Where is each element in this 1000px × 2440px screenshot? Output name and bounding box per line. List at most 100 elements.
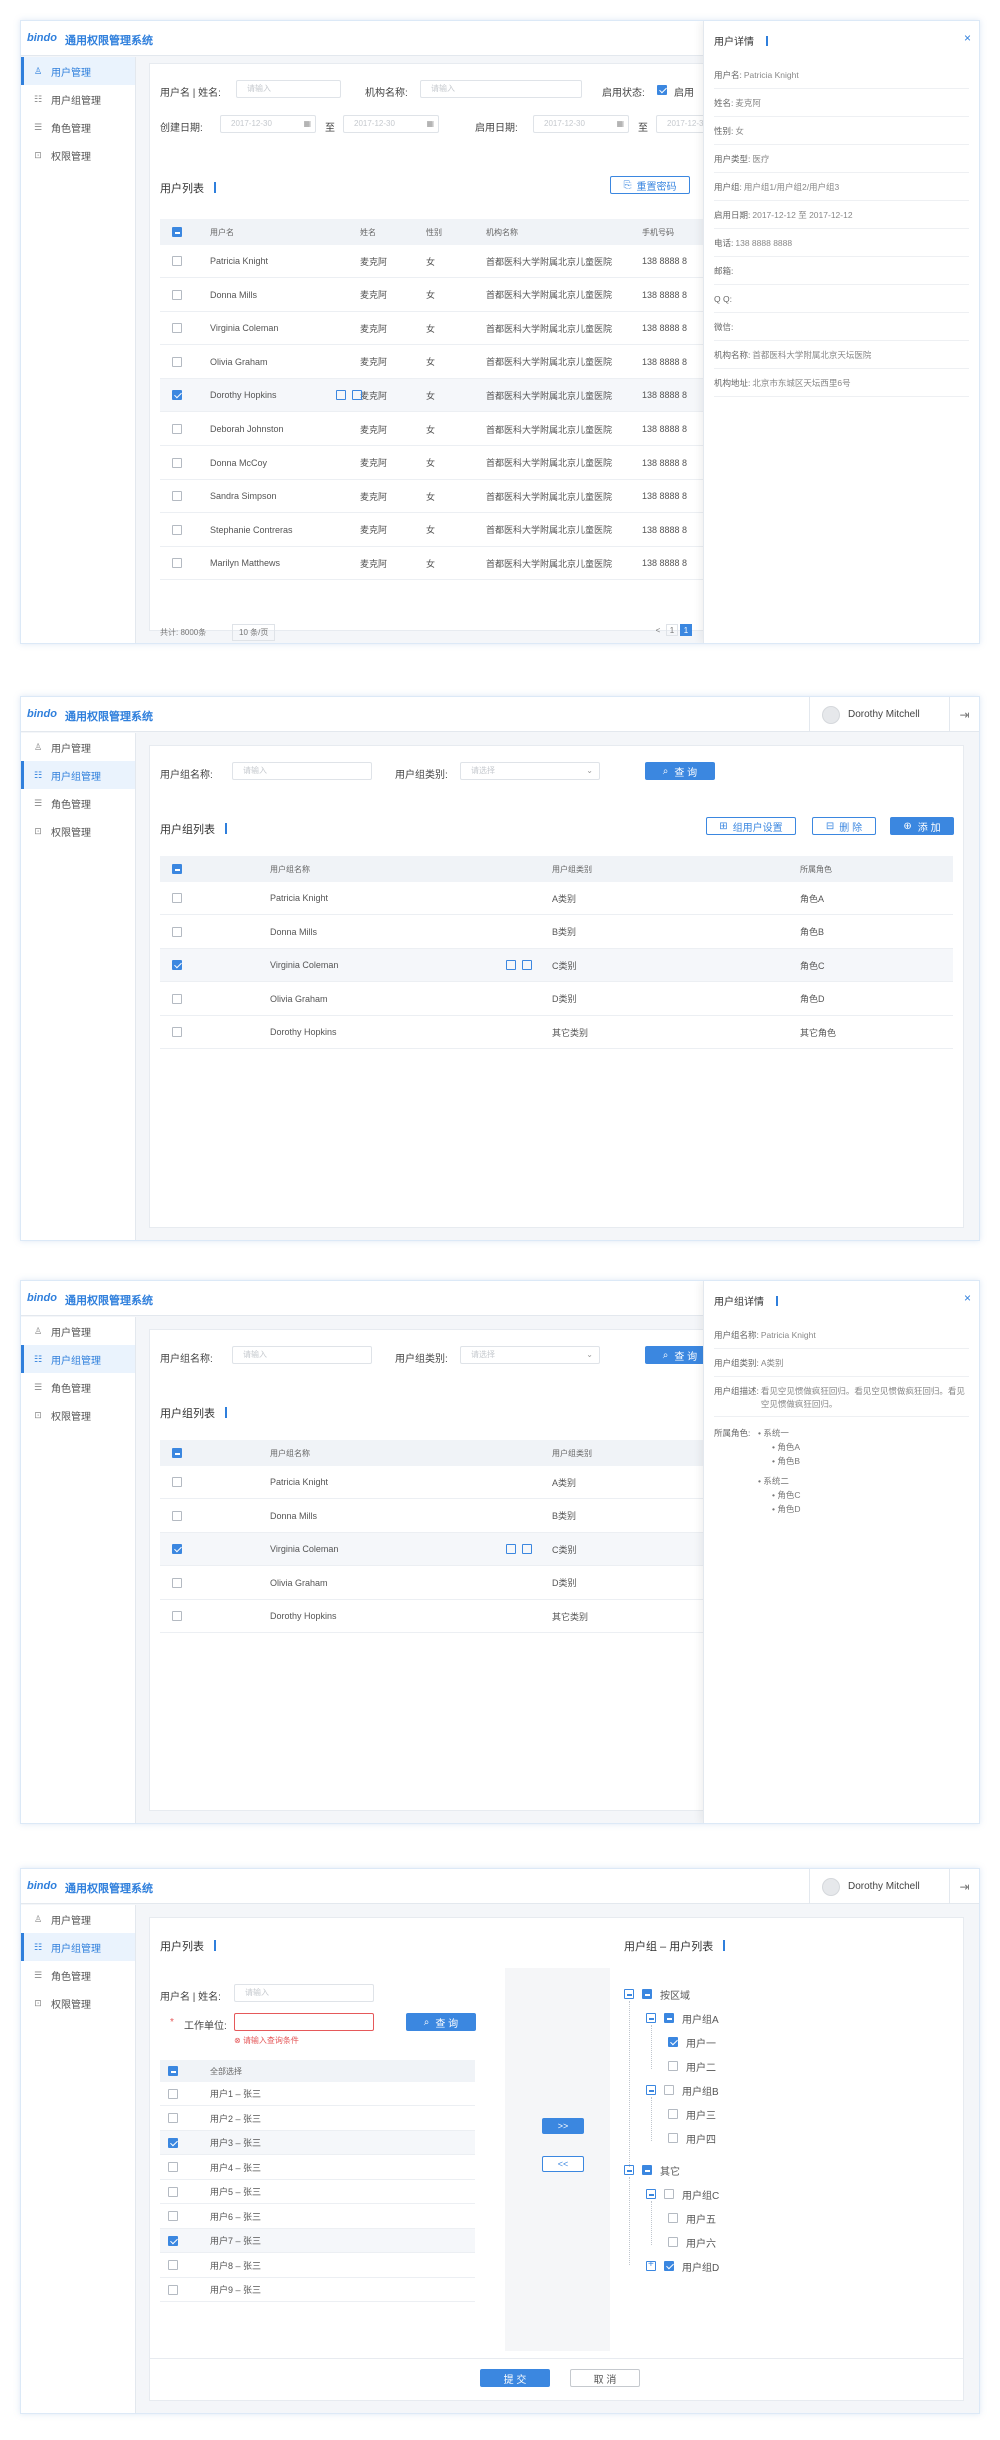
table-row[interactable]: Virginia Coleman C类别 角色C	[160, 949, 953, 982]
user-checkbox[interactable]	[168, 2162, 178, 2172]
sidebar-item-users[interactable]: ♙ 用户管理	[21, 1905, 135, 1933]
created-end-input[interactable]: 2017-12-30 ▦	[343, 115, 439, 133]
list-item[interactable]: 用户4 – 张三	[160, 2156, 475, 2180]
list-item[interactable]: 用户8 – 张三	[160, 2254, 475, 2278]
sidebar-item-permissions[interactable]: ⊡ 权限管理	[21, 1989, 135, 2017]
group-name-input[interactable]: 请输入	[232, 762, 372, 780]
sidebar-item-permissions[interactable]: ⊡ 权限管理	[21, 1401, 135, 1429]
row-checkbox[interactable]	[172, 390, 182, 401]
sidebar-item-permissions[interactable]: ⊡ 权限管理	[21, 817, 135, 845]
tree-node[interactable]: 用户二	[668, 2059, 716, 2074]
group-type-select[interactable]: 请选择 ⌄	[460, 762, 600, 780]
table-row[interactable]: Patricia Knight A类别 角色A	[160, 882, 953, 915]
row-checkbox[interactable]	[172, 1510, 182, 1521]
name-input[interactable]: 请输入	[236, 80, 341, 98]
sidebar-item-roles[interactable]: ☰ 角色管理	[21, 1373, 135, 1401]
tree-checkbox[interactable]	[664, 2189, 674, 2199]
user-checkbox[interactable]	[168, 2235, 178, 2246]
tree-checkbox[interactable]	[664, 2261, 674, 2271]
row-checkbox[interactable]	[172, 256, 182, 266]
tree-checkbox[interactable]	[642, 1989, 652, 1999]
tree-checkbox[interactable]	[668, 2133, 678, 2143]
close-icon[interactable]: ×	[964, 1291, 971, 1305]
submit-button[interactable]: 提 交	[480, 2369, 550, 2387]
unit-input[interactable]	[234, 2013, 374, 2031]
sidebar-item-groups[interactable]: ☷ 用户组管理	[21, 1933, 135, 1961]
row-checkbox[interactable]	[172, 1544, 182, 1554]
user-checkbox[interactable]	[168, 2088, 178, 2099]
tree-node[interactable]: 用户组A	[646, 2011, 719, 2026]
list-item[interactable]: 用户5 – 张三	[160, 2180, 475, 2204]
sidebar-item-users[interactable]: ♙ 用户管理	[21, 57, 135, 85]
sidebar-item-users[interactable]: ♙ 用户管理	[21, 733, 135, 761]
tree-node[interactable]: 用户四	[668, 2131, 716, 2146]
sidebar-item-roles[interactable]: ☰ 角色管理	[21, 113, 135, 141]
row-checkbox[interactable]	[172, 993, 182, 1004]
collapse-icon[interactable]	[646, 2085, 656, 2095]
sidebar-item-roles[interactable]: ☰ 角色管理	[21, 789, 135, 817]
tree-checkbox[interactable]	[664, 2085, 674, 2095]
tree-node[interactable]: 用户六	[668, 2235, 716, 2250]
delete-button[interactable]: ⊟ 删 除	[812, 817, 876, 835]
group-name-input[interactable]: 请输入	[232, 1346, 372, 1364]
table-row[interactable]: Dorothy Hopkins 其它类别 其它角色	[160, 1016, 953, 1049]
list-item[interactable]: 用户9 – 张三	[160, 2278, 475, 2302]
tree-checkbox[interactable]	[668, 2237, 678, 2247]
tree-node[interactable]: 用户五	[668, 2211, 716, 2226]
row-checkbox[interactable]	[172, 524, 182, 535]
tree-node[interactable]: 用户组D	[646, 2259, 719, 2274]
status-checkbox[interactable]	[657, 85, 667, 95]
expand-icon[interactable]	[646, 2259, 656, 2271]
edit-icon[interactable]	[506, 1544, 516, 1554]
table-row[interactable]: Olivia Graham D类别 角色D	[160, 983, 953, 1016]
row-checkbox[interactable]	[172, 491, 182, 502]
row-checkbox[interactable]	[172, 289, 182, 300]
row-checkbox[interactable]	[172, 1577, 182, 1588]
created-start-input[interactable]: 2017-12-30 ▦	[220, 115, 316, 133]
close-icon[interactable]: ×	[964, 31, 971, 45]
delete-icon[interactable]	[522, 1544, 532, 1554]
user-checkbox[interactable]	[168, 2113, 178, 2123]
row-checkbox[interactable]	[172, 893, 182, 903]
user-checkbox[interactable]	[168, 2186, 178, 2197]
tree-checkbox[interactable]	[668, 2037, 678, 2047]
table-row[interactable]: Donna Mills B类别 角色B	[160, 916, 953, 949]
search-button[interactable]: ⌕ 查 询	[645, 762, 715, 780]
name-input[interactable]: 请输入	[234, 1984, 374, 2002]
list-item[interactable]: 用户7 – 张三	[160, 2229, 475, 2253]
collapse-icon[interactable]	[624, 1989, 634, 1999]
row-checkbox[interactable]	[172, 1027, 182, 1037]
tree-node[interactable]: 用户三	[668, 2107, 716, 2122]
user-checkbox[interactable]	[168, 2211, 178, 2221]
delete-icon[interactable]	[522, 960, 532, 970]
tree-checkbox[interactable]	[668, 2061, 678, 2071]
page-number-current[interactable]: 1	[680, 624, 692, 636]
cancel-button[interactable]: 取 消	[570, 2369, 640, 2387]
sidebar-item-roles[interactable]: ☰ 角色管理	[21, 1961, 135, 1989]
org-input[interactable]: 请输入	[420, 80, 582, 98]
user-checkbox[interactable]	[168, 2284, 178, 2295]
tree-checkbox[interactable]	[668, 2213, 678, 2223]
user-checkbox[interactable]	[168, 2137, 178, 2148]
search-button[interactable]: ⌕ 查 询	[406, 2013, 476, 2031]
user-menu[interactable]: Dorothy Mitchell	[809, 697, 949, 732]
sidebar-item-groups[interactable]: ☷ 用户组管理	[21, 761, 135, 789]
page-size-select[interactable]: 10 条/页	[232, 624, 276, 641]
row-checkbox[interactable]	[172, 457, 182, 468]
page-number[interactable]: 1	[666, 624, 678, 636]
row-checkbox[interactable]	[172, 1611, 182, 1621]
list-item[interactable]: 用户1 – 张三	[160, 2082, 475, 2106]
select-all-checkbox[interactable]	[172, 227, 182, 237]
row-checkbox[interactable]	[172, 323, 182, 334]
tree-node[interactable]: 其它	[624, 2163, 680, 2178]
move-left-button[interactable]: <<	[542, 2156, 584, 2172]
row-checkbox[interactable]	[172, 926, 182, 937]
logout-icon[interactable]: ⇥	[949, 697, 979, 732]
user-checkbox[interactable]	[168, 2260, 178, 2270]
sidebar-item-permissions[interactable]: ⊡ 权限管理	[21, 141, 135, 169]
tree-checkbox[interactable]	[668, 2109, 678, 2119]
add-button[interactable]: ⊕ 添 加	[890, 817, 954, 835]
row-checkbox[interactable]	[172, 1477, 182, 1487]
row-checkbox[interactable]	[172, 356, 182, 367]
tree-node[interactable]: 按区域	[624, 1987, 690, 2002]
